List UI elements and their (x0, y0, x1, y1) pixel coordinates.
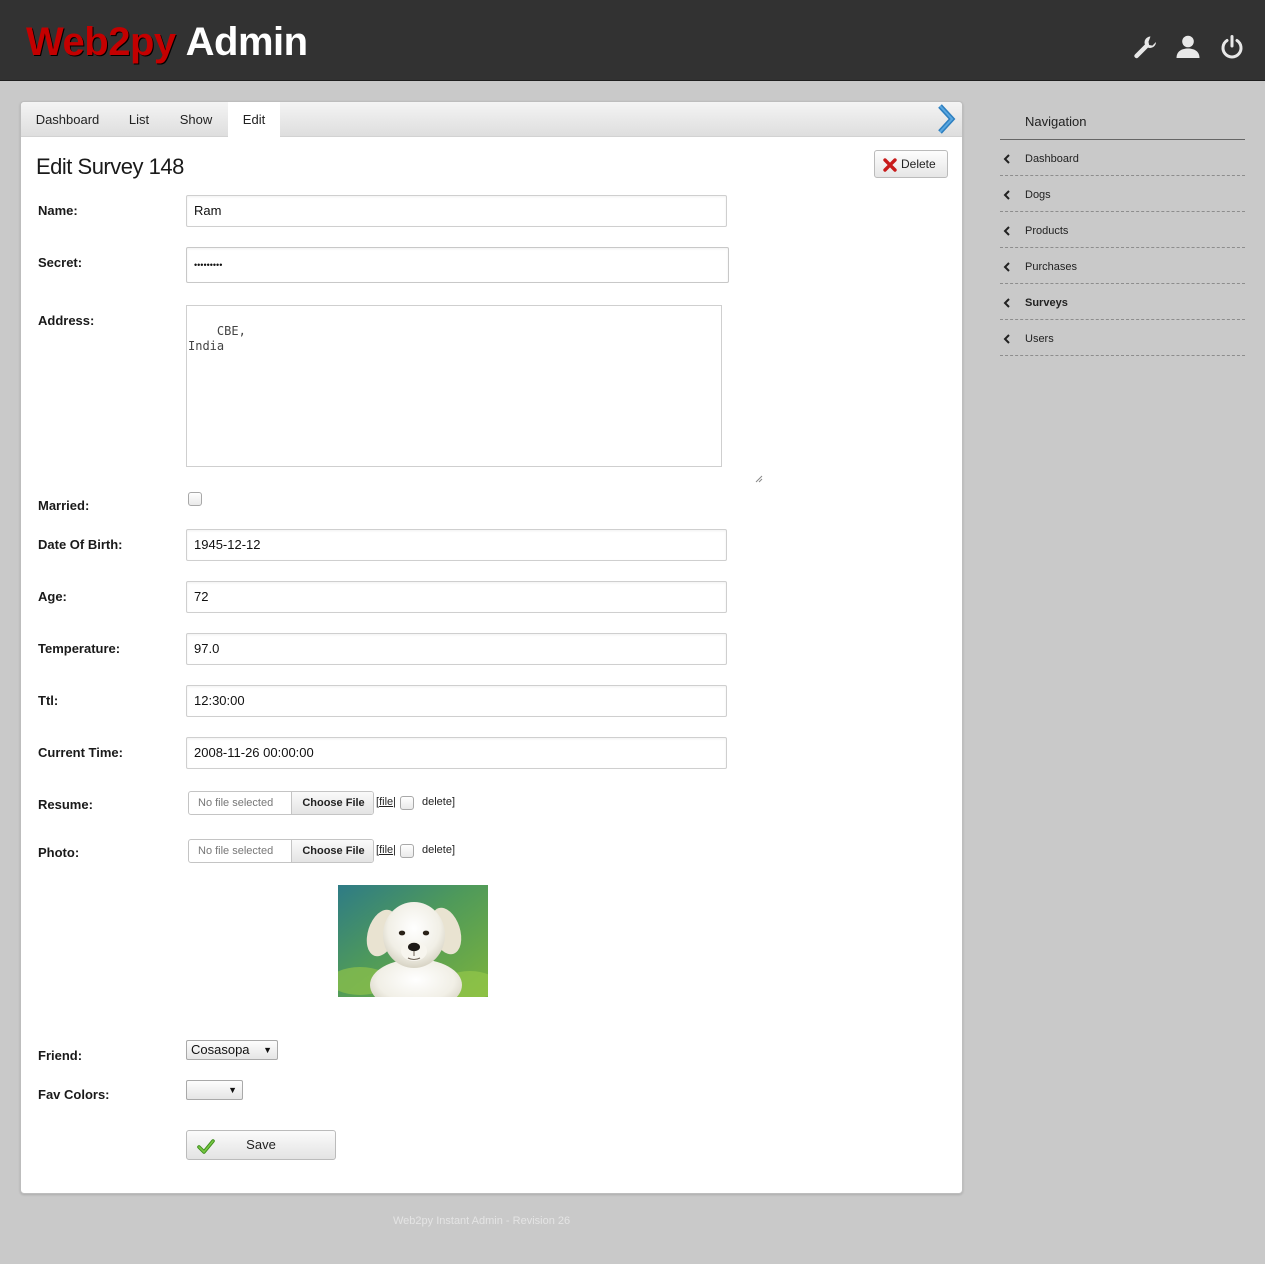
page-title: Edit Survey 148 (36, 154, 184, 179)
delete-label: Delete (901, 157, 936, 171)
resume-file-link-group: [file| (376, 796, 396, 808)
logo-brand: Web2py (26, 20, 176, 64)
user-icon[interactable] (1175, 34, 1201, 60)
chevron-right-icon[interactable] (935, 104, 961, 134)
photo-delete-checkbox[interactable] (400, 844, 414, 858)
delete-button[interactable]: Delete (874, 150, 948, 178)
resume-choose-file-button[interactable]: Choose File (291, 792, 373, 814)
sidebar-item-label: Surveys (1025, 297, 1068, 309)
address-label: Address: (38, 313, 95, 328)
photo-preview (338, 885, 488, 997)
resume-file-link[interactable]: file (379, 796, 393, 808)
logo-title: Admin (185, 20, 308, 64)
photo-file-status: No file selected (198, 845, 274, 857)
sidebar-item-label: Dogs (1025, 189, 1051, 201)
photo-delete-label: delete] (422, 844, 456, 856)
sidebar-item-label: Purchases (1025, 261, 1077, 273)
sidebar-title: Navigation (1000, 102, 1245, 140)
resume-file-input[interactable]: No file selected Choose File (188, 791, 374, 815)
sidebar-item-dashboard[interactable]: Dashboard (1000, 140, 1245, 176)
chevron-left-icon (1003, 152, 1011, 164)
sidebar-item-dogs[interactable]: Dogs (1000, 176, 1245, 212)
friend-label: Friend: (38, 1048, 83, 1063)
sidebar-item-users[interactable]: Users (1000, 320, 1245, 356)
age-input[interactable]: 72 (186, 581, 727, 613)
footer-text: Web2py Instant Admin - Revision 26 (393, 1215, 571, 1227)
secret-label: Secret: (38, 255, 83, 270)
top-header: Web2py Admin (0, 0, 1265, 81)
resume-label: Resume: (38, 797, 93, 812)
sidebar-title-label: Navigation (1025, 114, 1087, 129)
address-textarea[interactable]: CBE, India (186, 305, 763, 483)
main-panel: Dashboard List Show Edit Edit Survey 148… (20, 101, 963, 1194)
photo-file-link-group: [file| (376, 844, 396, 856)
save-label: Save (246, 1137, 276, 1152)
name-label: Name: (38, 203, 78, 218)
tab-list[interactable]: List (114, 102, 164, 137)
chevron-left-icon (1003, 296, 1011, 308)
temperature-input[interactable]: 97.0 (186, 633, 727, 665)
ttl-label: Ttl: (38, 693, 59, 708)
photo-label: Photo: (38, 845, 80, 860)
tab-show[interactable]: Show (164, 102, 228, 137)
dob-label: Date Of Birth: (38, 537, 123, 552)
current-time-input[interactable]: 2008-11-26 00:00:00 (186, 737, 727, 769)
tab-bar: Dashboard List Show Edit (21, 102, 962, 138)
friend-select[interactable]: Cosasopa ▼ (186, 1040, 278, 1060)
chevron-left-icon (1003, 260, 1011, 272)
secret-field[interactable]: ••••••••• (186, 247, 729, 283)
age-label: Age: (38, 589, 67, 604)
ttl-input[interactable]: 12:30:00 (186, 685, 727, 717)
resize-grip-icon[interactable] (712, 457, 763, 483)
caret-down-icon: ▼ (228, 1085, 237, 1095)
power-icon[interactable] (1219, 34, 1245, 60)
tab-dashboard[interactable]: Dashboard (21, 102, 114, 137)
married-checkbox[interactable] (188, 492, 202, 506)
fav-colors-label: Fav Colors: (38, 1087, 110, 1102)
resume-separator: | (393, 796, 396, 808)
married-label: Married: (38, 498, 90, 513)
checkmark-icon (197, 1137, 215, 1154)
sidebar-item-products[interactable]: Products (1000, 212, 1245, 248)
resume-delete-checkbox[interactable] (400, 796, 414, 810)
photo-choose-file-button[interactable]: Choose File (291, 840, 373, 862)
photo-file-link[interactable]: file (379, 844, 393, 856)
tab-edit[interactable]: Edit (228, 102, 280, 138)
save-button[interactable]: Save (186, 1130, 336, 1160)
caret-down-icon: ▼ (263, 1045, 272, 1055)
chevron-left-icon (1003, 224, 1011, 236)
sidebar-item-purchases[interactable]: Purchases (1000, 248, 1245, 284)
friend-selected-value: Cosasopa (191, 1042, 250, 1057)
fav-colors-select[interactable]: ▼ (186, 1080, 243, 1100)
name-input[interactable]: Ram (186, 195, 727, 227)
app-logo[interactable]: Web2py Admin (26, 20, 308, 64)
resume-file-status: No file selected (198, 797, 274, 809)
chevron-left-icon (1003, 188, 1011, 200)
chevron-left-icon (1003, 332, 1011, 344)
sidebar-item-label: Products (1025, 225, 1069, 237)
photo-file-input[interactable]: No file selected Choose File (188, 839, 374, 863)
wrench-icon[interactable] (1132, 34, 1158, 60)
dob-input[interactable]: 1945-12-12 (186, 529, 727, 561)
address-text: CBE, India (188, 324, 246, 353)
sidebar-item-surveys[interactable]: Surveys (1000, 284, 1245, 320)
sidebar-item-label: Users (1025, 333, 1054, 345)
resume-delete-label: delete] (422, 796, 456, 808)
current-time-label: Current Time: (38, 745, 123, 760)
photo-separator: | (393, 844, 396, 856)
sidebar-item-label: Dashboard (1025, 153, 1079, 165)
temperature-label: Temperature: (38, 641, 121, 656)
close-icon (882, 156, 898, 172)
